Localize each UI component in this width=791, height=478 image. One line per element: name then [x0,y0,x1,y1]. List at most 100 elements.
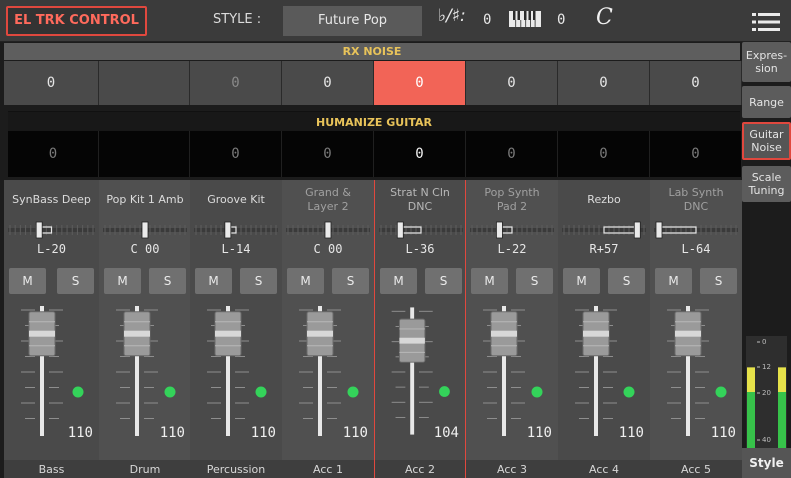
side-tab-0[interactable]: Expres- sion [742,42,791,82]
channel-sound-name[interactable]: Grand & Layer 2 [282,182,374,218]
style-tab[interactable]: Style [742,448,791,478]
pan-slider[interactable] [286,221,370,239]
fader-cap-line [215,330,241,337]
transpose-value: 0 [557,12,566,28]
humanize-guitar-cell[interactable]: 0 [558,131,650,177]
humanize-guitar-cell[interactable]: 0 [282,131,374,177]
pan-value: L-36 [405,242,435,256]
meter-mark: 12 [762,363,771,371]
solo-button[interactable]: S [608,268,645,294]
solo-button[interactable]: S [516,268,553,294]
time-signature: C [596,5,613,30]
page-title[interactable]: EL TRK CONTROL [6,6,147,36]
channel-sound-name[interactable]: Strat N Cln DNC [375,182,465,218]
volume-fader[interactable] [99,300,191,442]
channel-sound-name[interactable]: Lab Synth DNC [650,182,742,218]
solo-button[interactable]: S [425,268,462,294]
rx-noise-cell[interactable]: 0 [374,61,466,105]
channel-label[interactable]: Acc 5 [650,460,742,478]
rx-noise-cell[interactable]: 0 [650,61,742,105]
channel-label[interactable]: Acc 1 [282,460,374,478]
solo-button[interactable]: S [332,268,369,294]
volume-fader[interactable] [4,300,99,442]
mute-button[interactable]: M [471,268,508,294]
rx-noise-cell[interactable]: 0 [282,61,374,105]
humanize-guitar-title: HUMANIZE GUITAR [8,111,740,131]
pan-value: R+57 [589,242,619,256]
mute-button[interactable]: M [563,268,600,294]
activity-led [72,386,84,398]
channel-label[interactable]: Acc 3 [466,460,558,478]
fader-cap-line [583,330,609,337]
pan-slider[interactable] [470,221,554,239]
volume-fader[interactable] [650,300,742,442]
solo-button[interactable]: S [149,268,186,294]
activity-led [623,386,635,398]
pan-slider[interactable] [379,221,463,239]
meter-mark: 20 [762,389,771,397]
meter-mark: 40 [762,436,771,444]
fader-cap-line [124,330,150,337]
pan-slider[interactable] [8,221,95,239]
pan-slider[interactable] [654,221,738,239]
side-tab-1[interactable]: Range [742,86,791,118]
volume-fader[interactable] [375,300,465,442]
mute-button[interactable]: M [287,268,324,294]
style-name-field[interactable]: Future Pop [283,6,422,36]
pan-slider[interactable] [562,221,646,239]
fader-cap-line [491,330,517,337]
level-meter: 0 12 20 40 [746,336,787,448]
top-bar: EL TRK CONTROL STYLE : Future Pop ♭/♯: 0… [0,0,791,42]
volume-value: 110 [710,425,736,441]
hamburger-menu-icon[interactable] [752,12,780,32]
mute-button[interactable]: M [655,268,692,294]
channel-label[interactable]: Acc 2 [375,460,465,478]
volume-fader[interactable] [282,300,374,442]
channel-label[interactable]: Drum [99,460,191,478]
humanize-guitar-cell[interactable] [99,131,190,177]
humanize-guitar-cell[interactable]: 0 [466,131,558,177]
channel-sound-name[interactable]: Groove Kit [190,182,282,218]
pan-value: C 00 [130,242,160,256]
channel-sound-name[interactable]: Pop Kit 1 Amb [99,182,191,218]
rx-noise-cell[interactable] [99,61,190,105]
channel-label[interactable]: Acc 4 [558,460,650,478]
rx-noise-cell[interactable]: 0 [4,61,99,105]
mute-button[interactable]: M [104,268,141,294]
channel-label[interactable]: Percussion [190,460,282,478]
fader-cap-line [29,330,55,337]
channel-sound-name[interactable]: Rezbo [558,182,650,218]
humanize-guitar-cell[interactable]: 0 [650,131,742,177]
solo-button[interactable]: S [700,268,737,294]
volume-fader[interactable] [190,300,282,442]
volume-value: 110 [342,425,368,441]
mute-button[interactable]: M [9,268,46,294]
humanize-guitar-cell[interactable]: 0 [374,131,466,177]
activity-led [531,386,543,398]
rx-noise-cell[interactable]: 0 [190,61,282,105]
volume-value: 110 [67,425,93,441]
humanize-guitar-cell[interactable]: 0 [8,131,99,177]
channel-label[interactable]: Bass [4,460,99,478]
style-label: STYLE : [213,12,262,27]
volume-fader[interactable] [466,300,558,442]
pan-slider[interactable] [194,221,278,239]
activity-led [439,386,450,397]
solo-button[interactable]: S [57,268,94,294]
fader-cap-line [307,330,333,337]
mute-button[interactable]: M [380,268,417,294]
side-tab-3[interactable]: Scale Tuning [742,166,791,202]
solo-button[interactable]: S [240,268,277,294]
pan-slider[interactable] [103,221,187,239]
mute-button[interactable]: M [195,268,232,294]
humanize-guitar-cell[interactable]: 0 [190,131,282,177]
channel-sound-name[interactable]: SynBass Deep [4,182,99,218]
pan-knob [633,221,641,239]
activity-led [255,386,267,398]
side-tab-2[interactable]: Guitar Noise [742,122,791,160]
key-signature-symbol: ♭/♯: [438,6,466,26]
volume-fader[interactable] [558,300,650,442]
rx-noise-cell[interactable]: 0 [466,61,558,105]
channel-sound-name[interactable]: Pop Synth Pad 2 [466,182,558,218]
rx-noise-cell[interactable]: 0 [558,61,650,105]
